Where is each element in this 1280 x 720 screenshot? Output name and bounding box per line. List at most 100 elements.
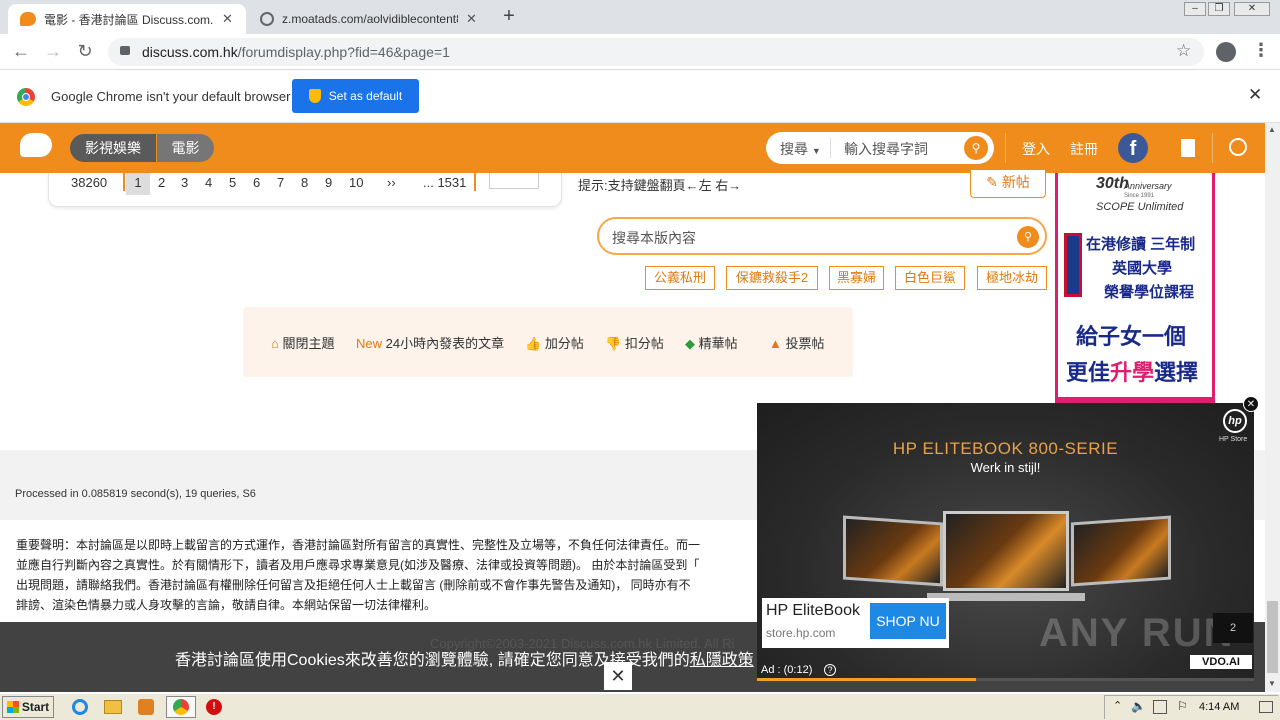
- info-icon[interactable]: ?: [824, 664, 836, 676]
- browser-toolbar: ← → ↻ discuss.com.hk/forumdisplay.php?fi…: [0, 34, 1280, 70]
- history-clock-icon[interactable]: [1229, 138, 1247, 156]
- tag-item[interactable]: 白色巨鯊: [895, 266, 965, 290]
- page-jump-input[interactable]: [489, 173, 539, 189]
- video-progress-fill: [757, 678, 976, 681]
- scroll-down-icon[interactable]: ▼: [1268, 679, 1276, 688]
- cookie-close-button[interactable]: ✕: [604, 662, 632, 690]
- page-4[interactable]: 4: [205, 175, 212, 190]
- last-page-link[interactable]: ... 1531: [423, 175, 466, 190]
- next-page-link[interactable]: ››: [387, 175, 396, 190]
- page-3[interactable]: 3: [181, 175, 188, 190]
- poll-icon: ▲: [769, 336, 782, 351]
- tag-item[interactable]: 公義私刑: [645, 266, 715, 290]
- set-as-default-button[interactable]: Set as default: [292, 79, 419, 113]
- board-search: 搜尋本版內容 ⚲: [597, 217, 1047, 255]
- nav-tab-movies[interactable]: 電影: [157, 134, 214, 162]
- tag-item[interactable]: 保鑣救殺手2: [726, 266, 818, 290]
- digest-filter[interactable]: ◆ 精華帖: [685, 333, 738, 352]
- tab-title: 電影 - 香港討論區 Discuss.com.hk -: [44, 12, 214, 27]
- profile-icon[interactable]: [1216, 42, 1236, 62]
- tag-item[interactable]: 黑寡婦: [829, 266, 884, 290]
- page-scrollbar[interactable]: ▲ ▼: [1265, 123, 1280, 692]
- side-advertisement[interactable]: 30th Anniversary Since 1991 SCOPE Unlimi…: [1055, 173, 1215, 405]
- page-10[interactable]: 10: [349, 175, 363, 190]
- tab-discuss[interactable]: 電影 - 香港討論區 Discuss.com.hk - ✕: [8, 4, 246, 34]
- stop-icon[interactable]: !: [206, 699, 222, 715]
- ad-line5: 更佳升學選擇: [1066, 360, 1199, 385]
- page-5[interactable]: 5: [229, 175, 236, 190]
- address-bar[interactable]: discuss.com.hk/forumdisplay.php?fid=46&p…: [108, 38, 1204, 66]
- lock-icon: [120, 46, 130, 55]
- flag-icon[interactable]: ⚐: [1177, 699, 1188, 713]
- media-player-icon[interactable]: [138, 699, 154, 715]
- privacy-policy-link[interactable]: 私隱政策: [690, 652, 754, 669]
- notification-icon[interactable]: [1259, 701, 1273, 713]
- tray-expand-icon[interactable]: ⌃: [1113, 699, 1122, 712]
- anyrun-watermark: ANY RUN: [1039, 611, 1235, 655]
- closed-topics-filter[interactable]: ⌂ 關閉主題: [271, 333, 335, 352]
- new-tab-button[interactable]: +: [498, 5, 520, 28]
- page-8[interactable]: 8: [301, 175, 308, 190]
- vdo-ai-logo: VDO.AI: [1190, 655, 1252, 669]
- system-tray: ⌃ 🔈 ⚐ 4:14 AM: [1104, 695, 1278, 719]
- search-icon[interactable]: ⚲: [964, 136, 988, 160]
- ad-line1: 在港修讀 三年制: [1086, 236, 1196, 253]
- default-browser-bar: Google Chrome isn't your default browser…: [0, 71, 1280, 123]
- tab-moatads[interactable]: z.moatads.com/aolvidiblecontent859 ✕: [250, 4, 488, 34]
- shop-now-button[interactable]: SHOP NU: [870, 603, 946, 639]
- new-24h-filter[interactable]: New 24小時內發表的文章: [356, 333, 504, 352]
- scroll-thumb[interactable]: [1267, 601, 1278, 673]
- page-9[interactable]: 9: [325, 175, 332, 190]
- restore-button[interactable]: ❐: [1208, 2, 1230, 16]
- page-2[interactable]: 2: [158, 175, 165, 190]
- header-search-input[interactable]: 輸入搜尋字詞: [844, 139, 928, 159]
- close-window-button[interactable]: ✕: [1234, 2, 1270, 16]
- minus-points-filter[interactable]: 👎 扣分帖: [605, 333, 664, 352]
- close-infobar-icon[interactable]: ✕: [1248, 85, 1262, 105]
- close-tab-icon[interactable]: ✕: [222, 11, 233, 27]
- plus-points-filter[interactable]: 👍 加分帖: [525, 333, 584, 352]
- discuss-logo-icon[interactable]: [20, 133, 52, 157]
- folder-icon[interactable]: [104, 700, 122, 714]
- page-7[interactable]: 7: [277, 175, 284, 190]
- video-close-icon[interactable]: ✕: [1243, 396, 1259, 412]
- new-post-button[interactable]: ✎ 新帖: [970, 170, 1046, 198]
- search-icon[interactable]: ⚲: [1017, 226, 1039, 248]
- register-link[interactable]: 註冊: [1070, 139, 1098, 159]
- board-search-input[interactable]: 搜尋本版內容: [612, 228, 696, 248]
- tag-item[interactable]: 極地冰劫: [977, 266, 1047, 290]
- volume-icon[interactable]: 🔈: [1131, 699, 1146, 713]
- bookmark-icon[interactable]: [1181, 139, 1195, 157]
- video-progress-track[interactable]: [757, 678, 1254, 681]
- thumbs-down-icon: 👎: [605, 336, 622, 351]
- page-6[interactable]: 6: [253, 175, 260, 190]
- login-link[interactable]: 登入: [1022, 139, 1050, 159]
- disclaimer-line: 出現問題，請聯絡我們。香港討論區有權刪除任何留言及拒絕任何人士上載留言 (刪除前…: [16, 578, 691, 592]
- divider: [474, 173, 476, 191]
- page-1[interactable]: 1: [126, 173, 150, 195]
- product-card[interactable]: HP EliteBook store.hp.com SHOP NU: [762, 598, 949, 648]
- laptop-image: [843, 515, 943, 587]
- poll-filter[interactable]: ▲ 投票帖: [769, 333, 825, 352]
- network-icon[interactable]: [1153, 700, 1167, 714]
- forward-button[interactable]: →: [42, 41, 64, 62]
- reload-button[interactable]: ↻: [74, 41, 96, 62]
- bookmark-star-icon[interactable]: ☆: [1176, 41, 1191, 61]
- menu-icon[interactable]: ⋮: [1252, 40, 1270, 61]
- anniversary-word: Anniversary: [1124, 181, 1172, 191]
- facebook-icon[interactable]: f: [1118, 133, 1148, 163]
- nav-tab-entertainment[interactable]: 影視娛樂: [70, 134, 156, 162]
- divider: [1212, 133, 1213, 163]
- video-advertisement[interactable]: HP ELITEBOOK 800-SERIE Werk in stijl! hp…: [757, 403, 1254, 681]
- start-button[interactable]: Start: [2, 696, 54, 718]
- close-tab-icon[interactable]: ✕: [466, 11, 477, 27]
- minimize-button[interactable]: –: [1184, 2, 1206, 16]
- video-counter: 2: [1213, 613, 1253, 643]
- ie-icon[interactable]: [72, 699, 88, 715]
- back-button[interactable]: ←: [10, 41, 32, 62]
- disclaimer-line: 並應自行判斷內容之真實性。於有關情形下，讀者及用戶應尋求專業意見(如涉及醫療、法…: [16, 558, 700, 572]
- video-tagline: Werk in stijl!: [970, 460, 1041, 475]
- search-scope-select[interactable]: 搜尋 ▼: [780, 139, 821, 159]
- ad-line3: 榮譽學位課程: [1104, 284, 1195, 301]
- scroll-up-icon[interactable]: ▲: [1268, 125, 1276, 134]
